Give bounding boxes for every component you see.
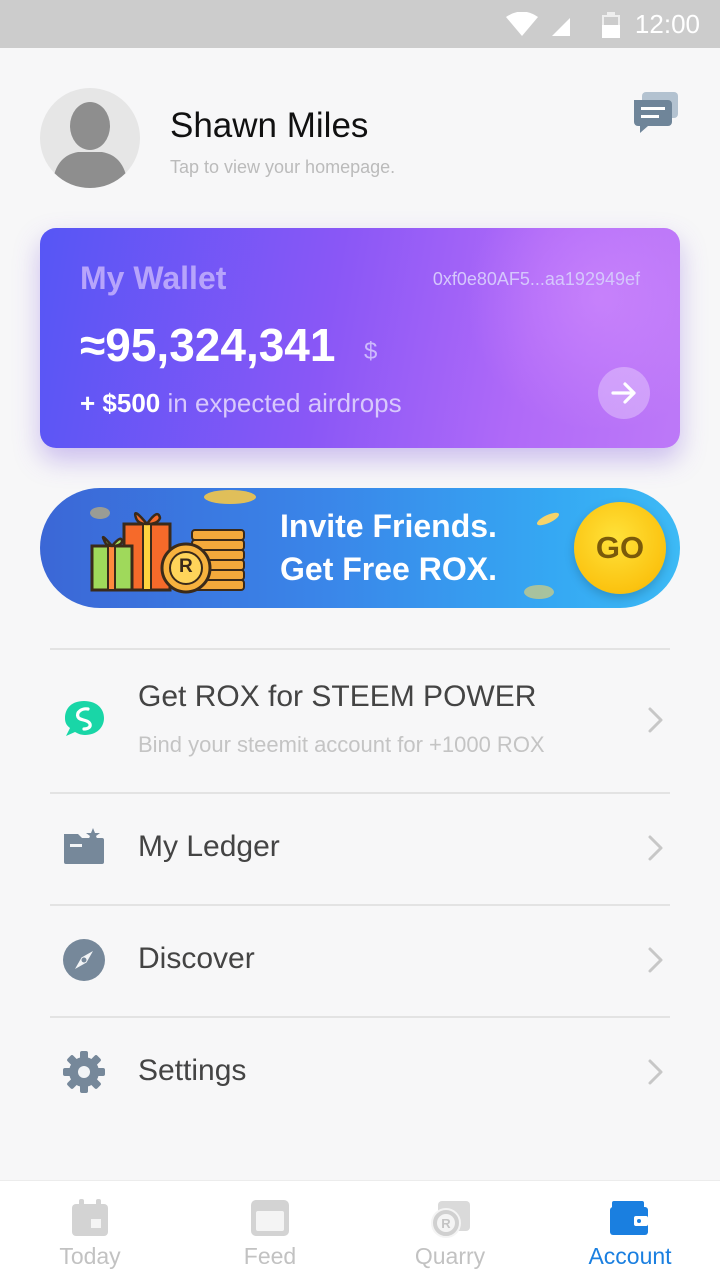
menu-item-label: Settings <box>138 1054 247 1087</box>
chevron-right-icon <box>648 707 663 733</box>
battery-icon <box>602 12 620 38</box>
coin-letter: R <box>179 556 193 577</box>
bottom-navigation: Today Feed R Quarry Account <box>0 1180 720 1280</box>
wallet-open-button[interactable] <box>598 367 650 419</box>
nav-tab-quarry[interactable]: R Quarry <box>360 1181 540 1280</box>
calendar-icon <box>72 1199 108 1236</box>
nav-tab-label: Quarry <box>414 1243 486 1269</box>
feed-window-icon <box>251 1200 289 1236</box>
menu-item-sublabel: Bind your steemit account for +1000 ROX <box>138 732 545 757</box>
menu-item-steem-power[interactable]: Get ROX for STEEM POWER Bind your steemi… <box>0 650 720 792</box>
wallet-balance: ≈95,324,341 <box>80 319 336 371</box>
menu-item-settings[interactable]: Settings <box>0 1018 720 1128</box>
go-button-label: GO <box>595 530 645 565</box>
wallet-card[interactable]: My Wallet 0xf0e80AF5...aa192949ef ≈95,32… <box>40 228 680 448</box>
gear-icon <box>63 1051 105 1093</box>
chevron-right-icon <box>648 1059 663 1085</box>
steemit-icon <box>65 701 104 736</box>
nav-tab-feed[interactable]: Feed <box>180 1181 360 1280</box>
avatar[interactable] <box>40 88 140 188</box>
wifi-icon <box>506 12 538 36</box>
wallet-title: My Wallet <box>80 260 227 296</box>
decorative-sparkle <box>536 512 560 526</box>
menu-item-label: Get ROX for STEEM POWER <box>138 680 537 713</box>
nav-tab-today[interactable]: Today <box>0 1181 180 1280</box>
menu-item-my-ledger[interactable]: My Ledger <box>0 794 720 904</box>
invite-headline: Invite Friends. <box>280 508 497 544</box>
cell-signal-icon <box>552 18 570 36</box>
wallet-currency: $ <box>364 338 378 365</box>
menu-item-label: Discover <box>138 942 255 975</box>
nav-tab-label: Account <box>588 1243 672 1269</box>
nav-tab-account[interactable]: Account <box>540 1181 720 1280</box>
gift-coins-icon <box>90 511 245 594</box>
invite-friends-banner[interactable]: R Invite Friends. Get Free ROX. GO <box>40 488 680 608</box>
chat-bubbles-icon[interactable] <box>632 92 680 134</box>
decorative-sparkle <box>524 585 554 599</box>
wallet-airdrop: + $500 in expected airdrops <box>80 388 402 419</box>
airdrop-text: in expected airdrops <box>167 388 402 418</box>
ledger-wallet-icon <box>64 828 104 864</box>
menu-item-discover[interactable]: Discover <box>0 906 720 1016</box>
profile-homepage-hint[interactable]: Tap to view your homepage. <box>170 157 395 178</box>
chevron-right-icon <box>648 947 663 973</box>
profile-name[interactable]: Shawn Miles <box>170 106 368 146</box>
status-bar: 12:00 <box>0 0 720 48</box>
airdrop-amount: + $500 <box>80 388 161 418</box>
status-time: 12:00 <box>634 9 700 39</box>
go-button[interactable]: GO <box>574 502 666 594</box>
quarry-coin-icon: R <box>431 1201 470 1238</box>
chevron-right-icon <box>648 835 663 861</box>
nav-tab-label: Feed <box>243 1243 297 1269</box>
compass-icon <box>63 939 105 981</box>
wallet-address[interactable]: 0xf0e80AF5...aa192949ef <box>433 269 640 290</box>
nav-tab-label: Today <box>59 1243 121 1269</box>
wallet-icon <box>610 1201 648 1235</box>
arrow-right-icon <box>611 382 636 404</box>
menu-item-label: My Ledger <box>138 830 280 863</box>
invite-subheadline: Get Free ROX. <box>280 551 497 587</box>
user-silhouette-icon <box>52 102 128 188</box>
svg-text:R: R <box>441 1216 451 1231</box>
